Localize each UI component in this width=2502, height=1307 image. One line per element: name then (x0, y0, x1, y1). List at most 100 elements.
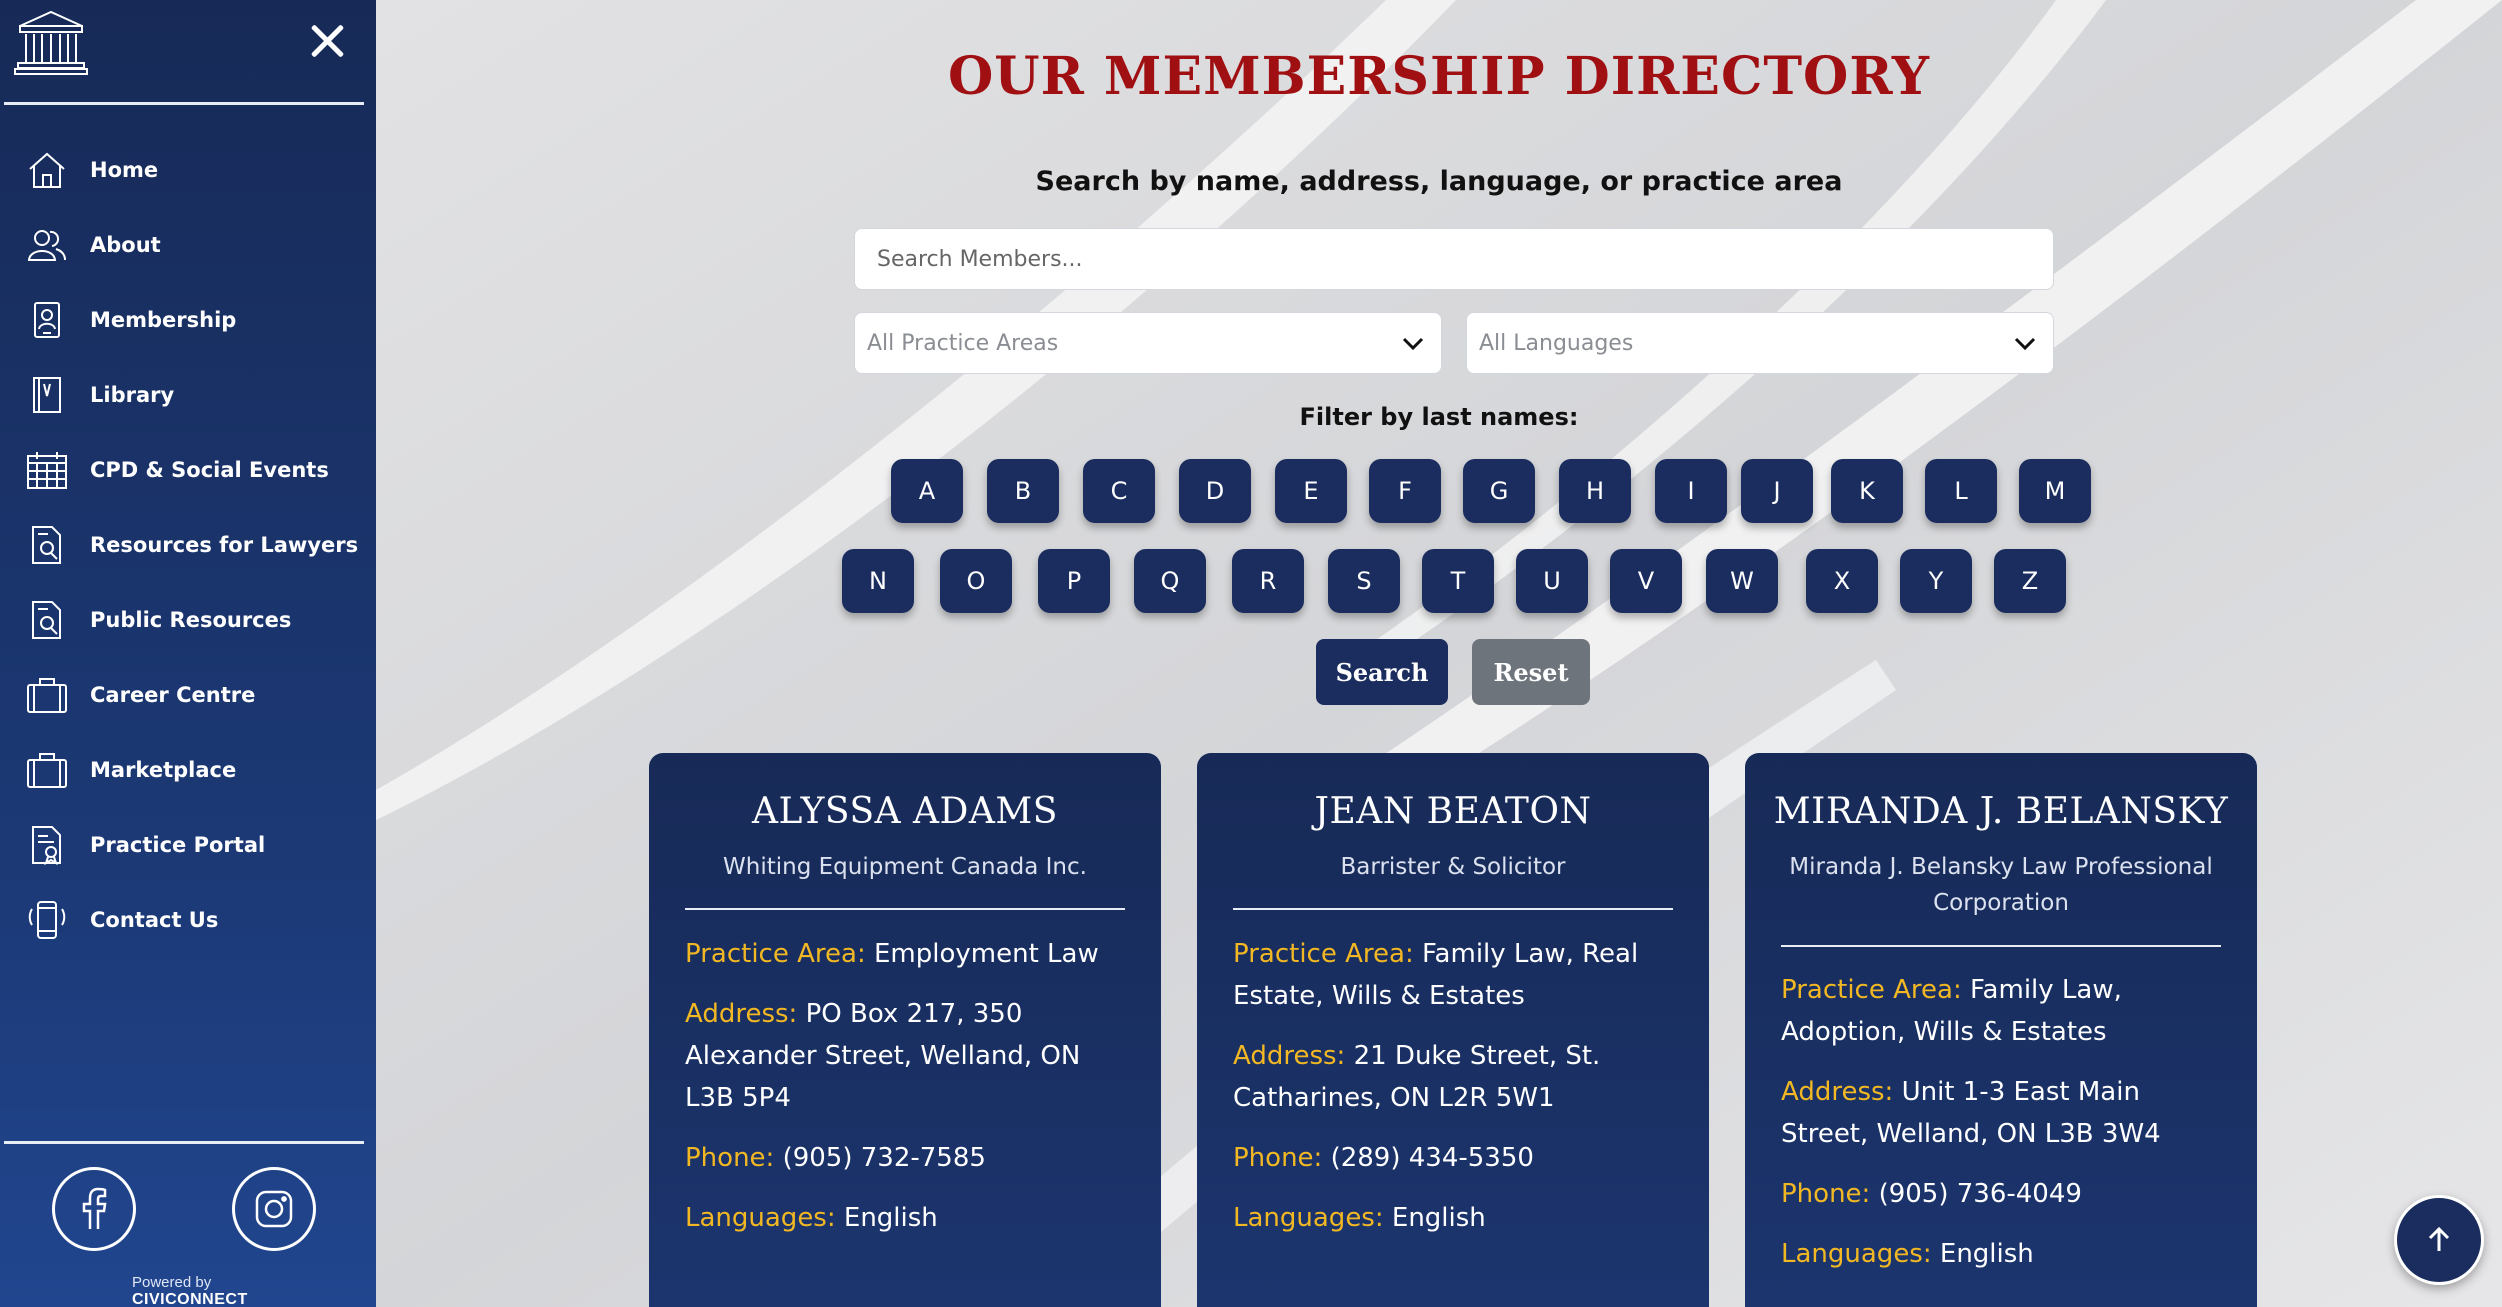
sidebar-item-home[interactable]: Home (0, 132, 376, 207)
sidebar-item-resources-for-lawyers[interactable]: Resources for Lawyers (0, 507, 376, 582)
letter-filter-r[interactable]: R (1232, 549, 1304, 613)
letter-filter-a[interactable]: A (891, 459, 963, 523)
instagram-button[interactable] (232, 1167, 316, 1251)
sidebar-item-about[interactable]: About (0, 207, 376, 282)
practice-label: Practice Area: (1781, 975, 1962, 1005)
phone-label: Phone: (1233, 1143, 1323, 1173)
letter-filter-j[interactable]: J (1741, 459, 1813, 523)
letter-filter-p[interactable]: P (1038, 549, 1110, 613)
reset-button[interactable]: Reset (1472, 639, 1590, 705)
languages-label: Languages: (1781, 1239, 1932, 1269)
courthouse-icon[interactable] (14, 8, 88, 76)
letter-filter-b[interactable]: B (987, 459, 1059, 523)
practice-label: Practice Area: (1233, 939, 1414, 969)
document-search-icon (32, 525, 61, 564)
member-phone[interactable]: (905) 736-4049 (1879, 1179, 2082, 1209)
sidebar-item-career-centre[interactable]: Career Centre (0, 657, 376, 732)
letter-filter-w[interactable]: W (1706, 549, 1778, 613)
letter-filter-i[interactable]: I (1655, 459, 1727, 523)
practice-area-select-value: All Practice Areas (867, 330, 1059, 356)
member-card[interactable]: ALYSSA ADAMS Whiting Equipment Canada In… (649, 753, 1161, 1307)
back-to-top-button[interactable] (2394, 1195, 2484, 1285)
member-practice: Employment Law (873, 939, 1099, 969)
letter-filter-e[interactable]: E (1275, 459, 1347, 523)
chevron-down-icon (1402, 337, 1424, 351)
phone-label: Phone: (1781, 1179, 1871, 1209)
sidebar-item-library[interactable]: Library (0, 357, 376, 432)
letter-filter-u[interactable]: U (1516, 549, 1588, 613)
letter-filter-l[interactable]: L (1925, 459, 1997, 523)
letter-filter-d[interactable]: D (1179, 459, 1251, 523)
letter-filter-c[interactable]: C (1083, 459, 1155, 523)
letter-filter-z[interactable]: Z (1994, 549, 2066, 613)
letter-filter-h[interactable]: H (1559, 459, 1631, 523)
language-select[interactable]: All Languages (1466, 312, 2054, 374)
member-phone[interactable]: (289) 434-5350 (1331, 1143, 1534, 1173)
letter-filter-y[interactable]: Y (1900, 549, 1972, 613)
sidebar-item-cpd-social-events[interactable]: CPD & Social Events (0, 432, 376, 507)
page-title: OUR MEMBERSHIP DIRECTORY (947, 46, 1931, 107)
briefcase-icon (27, 677, 67, 713)
member-details: Practice Area: Employment Law Address: P… (685, 933, 1135, 1257)
search-button[interactable]: Search (1316, 639, 1448, 705)
sidebar-item-label: Resources for Lawyers (90, 532, 359, 557)
letter-filter-s[interactable]: S (1328, 549, 1400, 613)
address-label: Address: (1233, 1041, 1346, 1071)
filter-label: Filter by last names: (1299, 403, 1579, 431)
member-languages: English (1391, 1203, 1486, 1233)
member-name: ALYSSA ADAMS (752, 791, 1058, 832)
language-select-value: All Languages (1479, 330, 1634, 356)
search-input[interactable] (854, 228, 2054, 290)
letter-filter-n[interactable]: N (842, 549, 914, 613)
letter-filter-g[interactable]: G (1463, 459, 1535, 523)
sidebar-item-label: Contact Us (90, 907, 219, 932)
sidebar-item-practice-portal[interactable]: Practice Portal (0, 807, 376, 882)
sidebar-nav: Home About Membership Library CPD & Soci… (0, 132, 376, 957)
phone-icon (28, 900, 66, 939)
main-content: OUR MEMBERSHIP DIRECTORY Search by name,… (376, 0, 2502, 1307)
member-phone[interactable]: (905) 732-7585 (783, 1143, 986, 1173)
phone-label: Phone: (685, 1143, 775, 1173)
letter-filter-q[interactable]: Q (1134, 549, 1206, 613)
letter-filter-t[interactable]: T (1422, 549, 1494, 613)
practice-area-select[interactable]: All Practice Areas (854, 312, 1442, 374)
search-instructions: Search by name, address, language, or pr… (1035, 166, 1843, 197)
calendar-icon (27, 451, 67, 489)
sidebar-item-label: Home (90, 157, 159, 182)
card-divider (685, 908, 1125, 910)
letter-filter-o[interactable]: O (940, 549, 1012, 613)
letter-filter-v[interactable]: V (1610, 549, 1682, 613)
sidebar-item-label: Practice Portal (90, 832, 266, 857)
practice-label: Practice Area: (685, 939, 866, 969)
letter-filter-m[interactable]: M (2019, 459, 2091, 523)
sidebar-item-label: Marketplace (90, 757, 237, 782)
civiconnect-logo[interactable]: CIVICONNECT (132, 1291, 248, 1307)
letter-filter-k[interactable]: K (1831, 459, 1903, 523)
member-details: Practice Area: Family Law, Real Estate, … (1233, 933, 1683, 1257)
sidebar: Home About Membership Library CPD & Soci… (0, 0, 376, 1307)
letter-filter-x[interactable]: X (1806, 549, 1878, 613)
sidebar-item-label: Career Centre (90, 682, 256, 707)
sidebar-item-contact-us[interactable]: Contact Us (0, 882, 376, 957)
sidebar-item-marketplace[interactable]: Marketplace (0, 732, 376, 807)
languages-label: Languages: (1233, 1203, 1384, 1233)
sidebar-item-membership[interactable]: Membership (0, 282, 376, 357)
sidebar-divider (4, 102, 364, 105)
instagram-icon (255, 1190, 293, 1228)
member-card[interactable]: JEAN BEATON Barrister & Solicitor Practi… (1197, 753, 1709, 1307)
document-icon (32, 825, 61, 865)
member-firm: Barrister & Solicitor (1340, 854, 1566, 880)
close-icon[interactable] (304, 18, 350, 64)
member-name: MIRANDA J. BELANSKY (1773, 791, 2229, 832)
member-name: JEAN BEATON (1314, 791, 1592, 832)
member-details: Practice Area: Family Law, Adoption, Wil… (1781, 969, 2231, 1293)
powered-by-text: Powered by (132, 1274, 212, 1291)
sidebar-item-public-resources[interactable]: Public Resources (0, 582, 376, 657)
facebook-button[interactable] (52, 1167, 136, 1251)
member-card[interactable]: MIRANDA J. BELANSKY Miranda J. Belansky … (1745, 753, 2257, 1307)
letter-filter-f[interactable]: F (1369, 459, 1441, 523)
briefcase-icon (27, 752, 67, 788)
member-languages: English (1939, 1239, 2034, 1269)
languages-label: Languages: (685, 1203, 836, 1233)
member-firm: Whiting Equipment Canada Inc. (723, 854, 1087, 880)
